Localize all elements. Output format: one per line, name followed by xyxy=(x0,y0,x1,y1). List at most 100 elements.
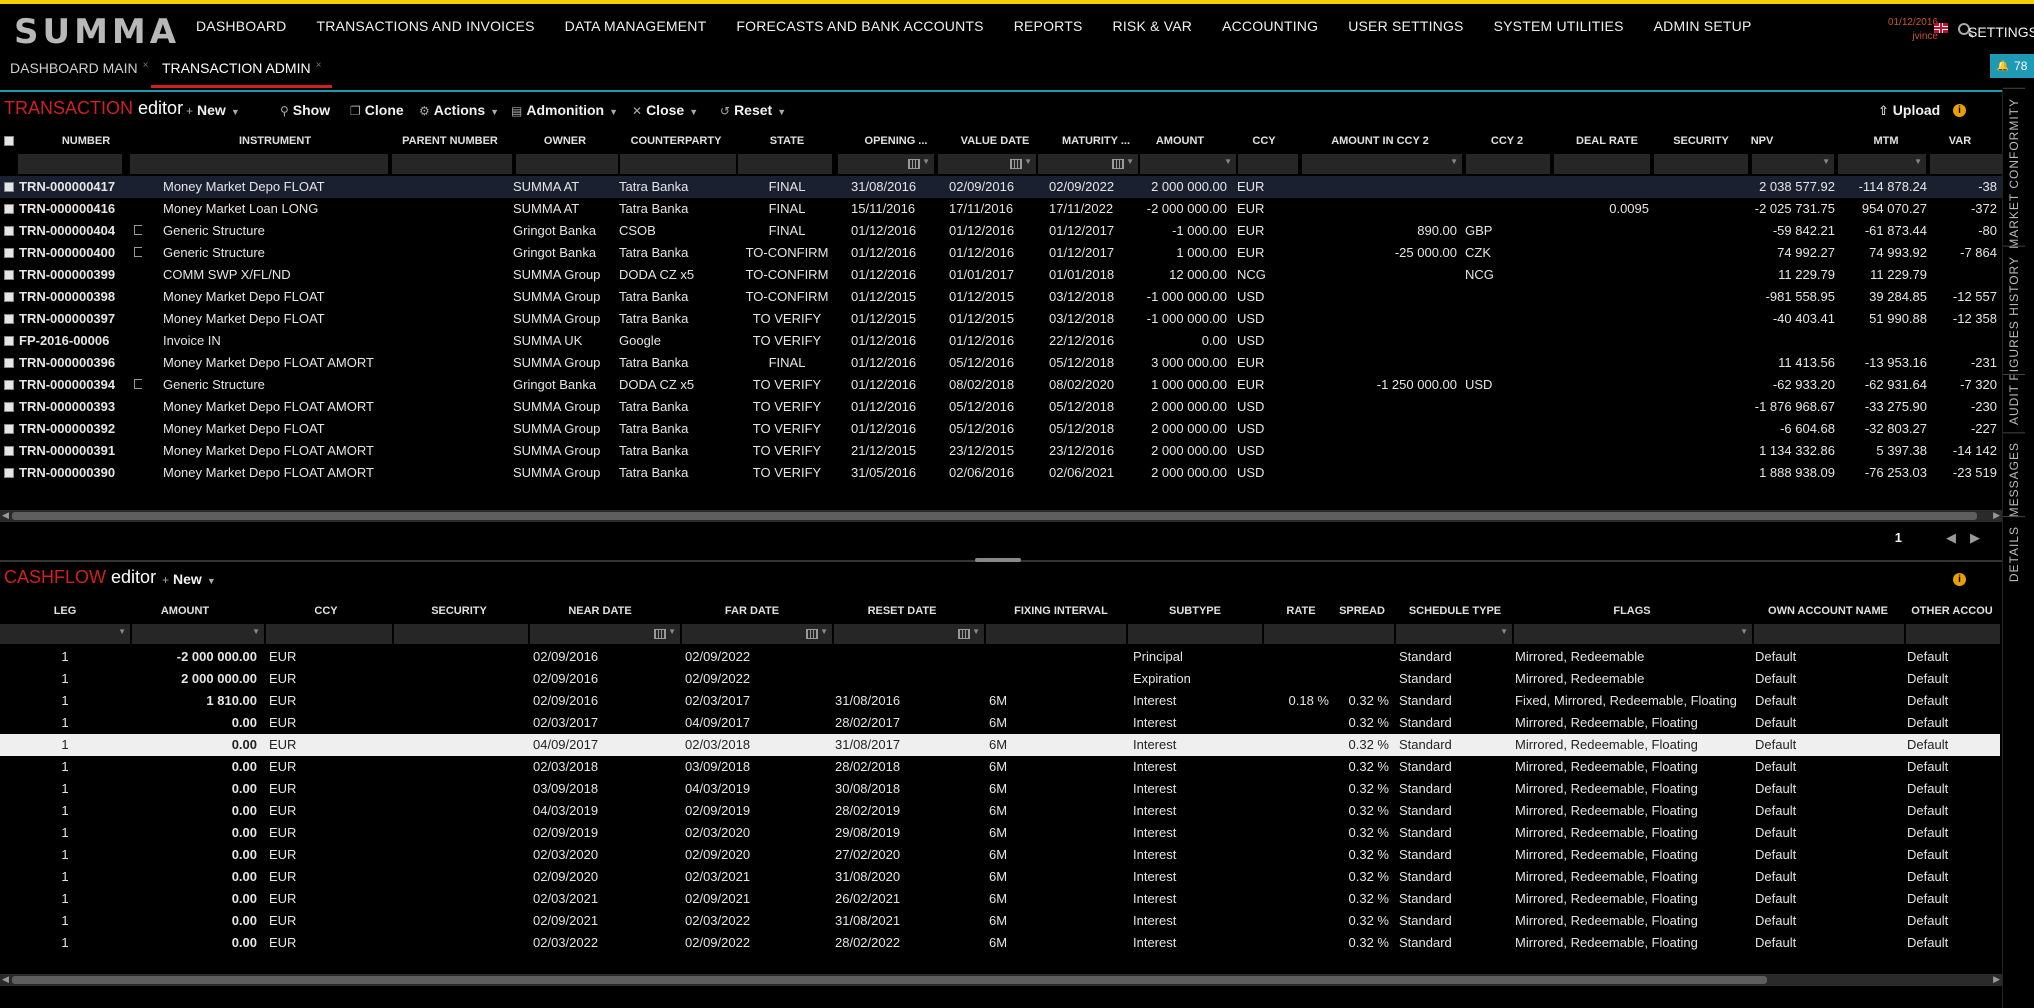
row-checkbox[interactable] xyxy=(4,468,14,478)
column-header[interactable]: NEAR DATE xyxy=(530,600,670,622)
row-checkbox[interactable] xyxy=(4,358,14,368)
column-header[interactable]: STATE xyxy=(732,130,842,152)
tab-transaction-admin[interactable]: TRANSACTION ADMIN × xyxy=(150,60,333,88)
table-row[interactable]: TRN-000000404 Generic Structure Gringot Ba… xyxy=(0,220,2002,242)
table-row[interactable]: 1 -2 000 000.00 EUR 02/09/2016 02/09/2022 Pri… xyxy=(0,646,2000,668)
table-row[interactable]: FP-2016-00006 Invoice IN SUMMA UK Google TO … xyxy=(0,330,2002,352)
uk-flag-icon[interactable] xyxy=(1934,23,1948,33)
filter-input[interactable]: ▼ xyxy=(1140,154,1236,174)
scroll-right-icon[interactable]: ▶ xyxy=(1993,974,2000,985)
nav-item[interactable]: FORECASTS AND BANK ACCOUNTS xyxy=(736,18,983,34)
current-page[interactable]: 1 xyxy=(1895,530,1902,545)
filter-input[interactable]: ▼ xyxy=(938,154,1036,174)
filter-input[interactable]: ▼ xyxy=(1396,624,1512,644)
column-header[interactable]: SCHEDULE TYPE xyxy=(1396,600,1514,622)
cashflow-horizontal-scrollbar[interactable]: ◀ ▶ xyxy=(0,974,2002,986)
table-row[interactable]: TRN-000000394 Generic Structure Gringot Ba… xyxy=(0,374,2002,396)
column-header[interactable]: INSTRUMENT xyxy=(160,130,390,152)
chevron-down-icon[interactable]: ▼ xyxy=(668,627,676,636)
prev-page-icon[interactable]: ◀ xyxy=(1946,530,1956,545)
column-header[interactable]: FAR DATE xyxy=(682,600,822,622)
table-row[interactable]: 1 0.00 EUR 02/03/2021 02/09/2021 26/02/2021 6M… xyxy=(0,888,2000,910)
summa-logo[interactable]: SUMMA xyxy=(14,12,180,52)
column-header[interactable]: NUMBER xyxy=(16,130,156,152)
filter-input[interactable]: ▼ xyxy=(1838,154,1926,174)
filter-input[interactable]: ▼ xyxy=(132,624,264,644)
tab-dashboard-main[interactable]: DASHBOARD MAIN × xyxy=(10,60,148,76)
column-header[interactable]: SPREAD xyxy=(1332,600,1392,622)
table-row[interactable]: TRN-000000391 Money Market Depo FLOAT AMO… xyxy=(0,440,2002,462)
table-row[interactable]: TRN-000000417 Money Market Depo FLOAT SUMM… xyxy=(0,176,2002,198)
table-row[interactable]: 1 0.00 EUR 02/09/2019 02/03/2020 29/08/2019 6M… xyxy=(0,822,2000,844)
side-tab-figures-history[interactable]: FIGURES HISTORY xyxy=(2007,256,2021,381)
filter-input[interactable]: ▼ xyxy=(1302,154,1462,174)
row-checkbox[interactable] xyxy=(4,402,14,412)
column-header[interactable]: FLAGS xyxy=(1512,600,1752,622)
table-row[interactable]: 1 0.00 EUR 02/09/2021 02/03/2022 31/08/2021 6M… xyxy=(0,910,2000,932)
column-header[interactable]: OWNER xyxy=(510,130,620,152)
column-header[interactable]: AMOUNT xyxy=(1130,130,1230,152)
next-page-icon[interactable]: ▶ xyxy=(1970,530,1980,545)
filter-input[interactable]: ▼ xyxy=(1514,624,1752,644)
table-row[interactable]: TRN-000000399 COMM SWP X/FL/ND SUMMA Group… xyxy=(0,264,2002,286)
table-row[interactable]: TRN-000000396 Money Market Depo FLOAT AMO… xyxy=(0,352,2002,374)
table-row[interactable]: TRN-000000416 Money Market Loan LONG SUMMA… xyxy=(0,198,2002,220)
table-row[interactable]: 1 2 000 000.00 EUR 02/09/2016 02/09/2022 Expi… xyxy=(0,668,2000,690)
scroll-left-icon[interactable]: ◀ xyxy=(2,510,9,521)
info-icon[interactable]: i xyxy=(1953,573,1966,586)
row-checkbox[interactable] xyxy=(4,270,14,280)
scrollbar-thumb[interactable] xyxy=(12,976,1767,984)
column-header[interactable]: CCY 2 xyxy=(1462,130,1552,152)
resize-handle[interactable] xyxy=(975,558,1021,562)
chevron-down-icon[interactable]: ▼ xyxy=(1914,157,1922,166)
side-tab-market-conformity[interactable]: MARKET CONFORMITY xyxy=(2007,98,2021,249)
filter-input[interactable] xyxy=(738,154,832,174)
new-button[interactable]: + New ▼ xyxy=(162,571,216,587)
chevron-down-icon[interactable]: ▼ xyxy=(1126,157,1134,166)
filter-input[interactable] xyxy=(986,624,1126,644)
upload-button[interactable]: ⇧ Upload xyxy=(1878,102,1940,119)
table-row[interactable]: TRN-000000390 Money Market Depo FLOAT AMO… xyxy=(0,462,2002,484)
close-icon[interactable]: × xyxy=(143,60,149,71)
nav-item[interactable]: DASHBOARD xyxy=(196,18,286,34)
column-header[interactable]: MTM xyxy=(1842,130,1930,152)
calendar-icon[interactable] xyxy=(654,629,666,639)
calendar-icon[interactable] xyxy=(1010,159,1022,169)
reset-button[interactable]: ↺ Reset ▼ xyxy=(720,102,786,118)
calendar-icon[interactable] xyxy=(1112,159,1124,169)
filter-input[interactable]: ▼ xyxy=(682,624,832,644)
calendar-icon[interactable] xyxy=(958,629,970,639)
settings-menu[interactable]: SETTINGS xyxy=(1968,24,2034,40)
column-header[interactable]: NPV xyxy=(1686,130,1838,152)
row-checkbox[interactable] xyxy=(4,204,14,214)
row-checkbox[interactable] xyxy=(4,446,14,456)
filter-input[interactable] xyxy=(18,154,122,174)
filter-input[interactable] xyxy=(1466,154,1550,174)
column-header[interactable]: SECURITY xyxy=(394,600,524,622)
side-tab-audit[interactable]: AUDIT xyxy=(2007,384,2021,425)
chevron-down-icon[interactable]: ▼ xyxy=(1500,627,1508,636)
chevron-down-icon[interactable]: ▼ xyxy=(922,157,930,166)
filter-input[interactable]: ▼ xyxy=(834,624,984,644)
nav-item[interactable]: ACCOUNTING xyxy=(1222,18,1318,34)
table-row[interactable]: TRN-000000397 Money Market Depo FLOAT SUMM… xyxy=(0,308,2002,330)
row-checkbox[interactable] xyxy=(4,182,14,192)
filter-input[interactable] xyxy=(1554,154,1650,174)
nav-item[interactable]: DATA MANAGEMENT xyxy=(565,18,707,34)
filter-input[interactable]: ▼ xyxy=(1038,154,1138,174)
chevron-down-icon[interactable]: ▼ xyxy=(118,627,126,636)
admonition-button[interactable]: ▤ Admonition ▼ xyxy=(511,102,618,118)
filter-input[interactable] xyxy=(1654,154,1748,174)
table-row[interactable]: 1 0.00 EUR 02/03/2018 03/09/2018 28/02/2018 6M… xyxy=(0,756,2000,778)
nav-item[interactable]: REPORTS xyxy=(1014,18,1083,34)
row-checkbox[interactable] xyxy=(4,336,14,346)
select-all-checkbox[interactable] xyxy=(4,136,14,146)
filter-input[interactable] xyxy=(130,154,388,174)
filter-input[interactable] xyxy=(1754,624,1904,644)
filter-input[interactable] xyxy=(516,154,618,174)
new-button[interactable]: + New ▼ xyxy=(186,102,240,118)
column-header[interactable]: CCY xyxy=(266,600,386,622)
table-row[interactable]: 1 0.00 EUR 03/09/2018 04/03/2019 30/08/2018 6M… xyxy=(0,778,2000,800)
column-header[interactable]: COUNTERPARTY xyxy=(616,130,736,152)
actions-button[interactable]: ⚙ Actions ▼ xyxy=(419,102,499,118)
